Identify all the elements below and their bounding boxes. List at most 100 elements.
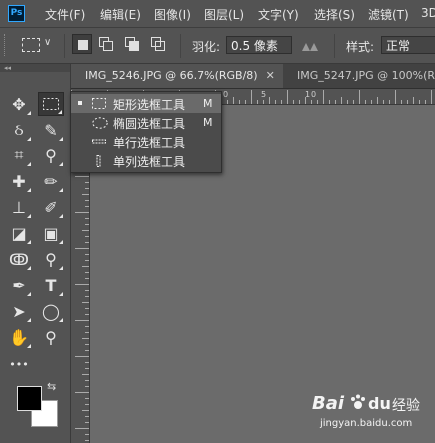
shortcut-key: M (203, 97, 213, 110)
ruler-tick (85, 236, 89, 237)
document-tabs: IMG_5246.JPG @ 66.7%(RGB/8) ✕ IMG_5247.JP… (71, 64, 435, 89)
blur-drop-icon: ↂ (9, 249, 29, 269)
zoom-tool[interactable]: ⚲ (38, 325, 64, 349)
ruler-tick (341, 97, 342, 104)
lasso-icon: ઠ (14, 120, 24, 139)
ruler-tick (85, 422, 89, 423)
add-to-selection-button[interactable] (96, 34, 116, 54)
blur-tool[interactable]: ↂ (6, 247, 32, 271)
ruler-tick (317, 100, 318, 104)
ruler-tick (85, 344, 89, 345)
flyout-item-rectangular-marquee[interactable]: 矩形选框工具 M (71, 94, 221, 113)
swap-colors-icon[interactable]: ⇆ (47, 380, 56, 393)
chevron-down-icon[interactable]: ∨ (44, 37, 51, 48)
ruler-label: 5 (261, 90, 267, 99)
tab-img-5246[interactable]: IMG_5246.JPG @ 66.7%(RGB/8) ✕ (71, 64, 283, 88)
ruler-tick (85, 416, 89, 417)
ruler-tick (75, 356, 89, 357)
ruler-tick (85, 206, 89, 207)
ruler-tick (85, 182, 89, 183)
style-select[interactable]: 正常 (381, 36, 435, 54)
rectangular-marquee-icon (92, 98, 106, 109)
ruler-tick (263, 100, 264, 104)
menu-layer[interactable]: 图层(L) (204, 6, 244, 23)
intersect-selection-button[interactable] (148, 34, 168, 54)
ellipse-tool[interactable]: ◯ (38, 299, 64, 323)
style-label: 样式: (346, 40, 375, 54)
hand-icon: ✋ (9, 327, 29, 347)
ruler-tick (85, 398, 89, 399)
hand-tool[interactable]: ✋ (6, 325, 32, 349)
pen-tool[interactable]: ✒ (6, 273, 32, 297)
collapse-panel-button[interactable]: ◂◂ (0, 64, 70, 72)
gradient-tool[interactable]: ▣ (38, 221, 64, 245)
move-icon: ✥ (12, 94, 26, 114)
menu-3d[interactable]: 3D (421, 6, 435, 20)
ruler-tick (85, 254, 89, 255)
foreground-color-swatch[interactable] (17, 386, 42, 411)
ruler-tick (75, 428, 89, 429)
healing-brush-tool[interactable]: ✚ (6, 169, 32, 193)
magnifier-icon: ⚲ (45, 327, 57, 347)
ruler-tick (75, 284, 89, 285)
paw-logo-icon (351, 394, 365, 409)
gradient-icon: ▣ (43, 223, 59, 243)
clone-stamp-tool[interactable]: ⊥ (6, 195, 32, 219)
photoshop-logo-icon[interactable]: Ps (8, 5, 25, 22)
anti-alias-icon[interactable] (302, 41, 318, 51)
ruler-tick (85, 188, 89, 189)
feather-input[interactable]: 0.5 像素 (226, 36, 292, 54)
ruler-tick (82, 230, 89, 231)
bandage-icon: ✚ (12, 171, 26, 191)
ruler-tick (82, 374, 89, 375)
crop-tool[interactable]: ⌗ (6, 143, 32, 167)
ruler-tick (82, 410, 89, 411)
flyout-item-elliptical-marquee[interactable]: 椭圆选框工具 M (71, 113, 221, 132)
tab-img-5247[interactable]: IMG_5247.JPG @ 100%(RGB/8) (283, 64, 435, 88)
eyedropper-tool[interactable]: ⚲ (38, 143, 64, 167)
brush-tool[interactable]: ✏ (38, 169, 64, 193)
dodge-tool[interactable]: ⚲ (38, 247, 64, 271)
divider (180, 34, 181, 58)
menu-select[interactable]: 选择(S) (314, 6, 355, 23)
ruler-tick (85, 224, 89, 225)
tab-label: IMG_5247.JPG @ 100%(RGB/8) (297, 69, 435, 82)
menu-file[interactable]: 文件(F) (45, 6, 85, 23)
ruler-tick (287, 90, 288, 104)
divider (64, 34, 65, 58)
ruler-tick (85, 308, 89, 309)
ruler-tick (85, 404, 89, 405)
ruler-tick (419, 100, 420, 104)
ruler-tick (85, 260, 89, 261)
ruler-tick (383, 100, 384, 104)
ruler-tick (359, 90, 360, 104)
move-tool[interactable]: ✥ (6, 92, 32, 116)
history-brush-tool[interactable]: ✐ (38, 195, 64, 219)
shortcut-key: M (203, 116, 213, 129)
ruler-tick (293, 100, 294, 104)
ruler-tick (85, 362, 89, 363)
more-icon: ••• (9, 357, 29, 371)
watermark-title: 经验 (392, 398, 420, 414)
type-tool[interactable]: T (38, 273, 64, 297)
menu-type[interactable]: 文字(Y) (258, 6, 299, 23)
edit-toolbar-button[interactable]: ••• (6, 352, 32, 376)
marquee-tool[interactable] (38, 92, 64, 116)
menu-filter[interactable]: 滤镜(T) (368, 6, 409, 23)
menu-edit[interactable]: 编辑(E) (100, 6, 141, 23)
tool-preset-icon[interactable] (22, 38, 40, 52)
close-icon[interactable]: ✕ (266, 69, 275, 82)
lasso-tool[interactable]: ઠ (6, 118, 32, 142)
flyout-item-single-row-marquee[interactable]: 单行选框工具 (71, 132, 221, 151)
quick-selection-tool[interactable]: ✎ (38, 118, 64, 142)
flyout-item-single-column-marquee[interactable]: 单列选框工具 (71, 151, 221, 170)
menu-image[interactable]: 图像(I) (154, 6, 191, 23)
path-selection-tool[interactable]: ➤ (6, 299, 32, 323)
subtract-from-selection-button[interactable] (122, 34, 142, 54)
options-bar-grip[interactable] (4, 34, 7, 56)
ruler-tick (82, 194, 89, 195)
pen-icon: ✒ (12, 275, 26, 295)
eraser-tool[interactable]: ◪ (6, 221, 32, 245)
new-selection-button[interactable] (72, 34, 92, 54)
quick-selection-icon: ✎ (44, 120, 58, 140)
